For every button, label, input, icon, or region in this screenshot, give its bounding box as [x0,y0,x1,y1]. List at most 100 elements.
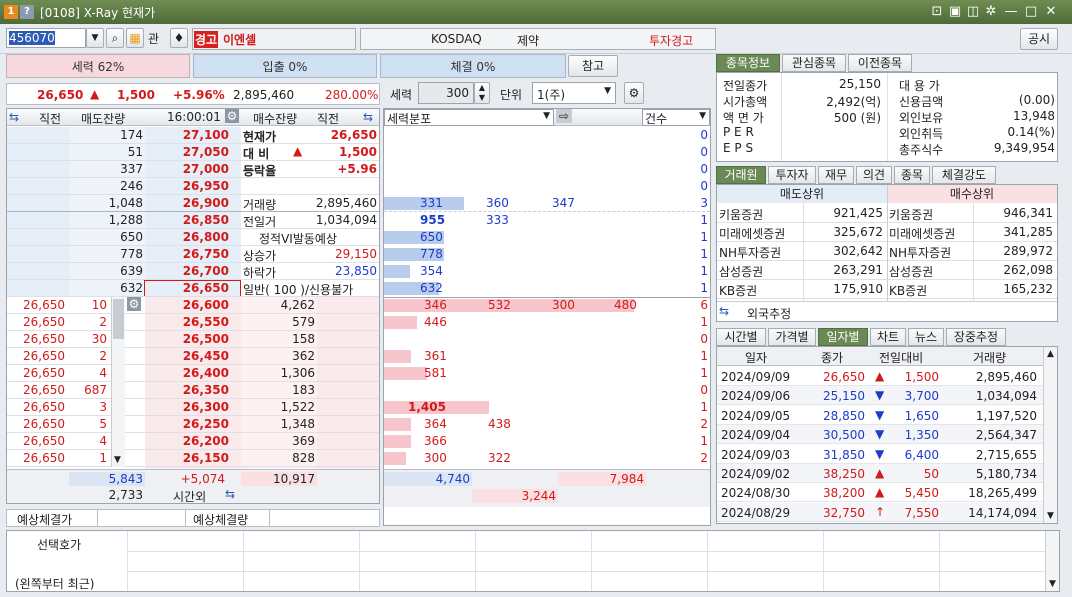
ask-price[interactable]: 27,100 [145,128,229,142]
bid-price[interactable]: 26,400 [145,366,229,380]
bid-exec-price: 26,650 [23,315,65,329]
ask-price[interactable]: 26,750 [145,247,229,261]
info-value: 26,650 [330,128,377,142]
bid-price[interactable]: 26,300 [145,400,229,414]
bid-price[interactable]: 26,200 [145,434,229,448]
pin-icon[interactable]: ⊡ [928,3,946,21]
force-stepper[interactable]: ▲ ▼ [474,82,490,104]
scroll-thumb[interactable] [113,299,124,339]
settings-icon[interactable]: ✲ [982,3,1000,21]
ask-price[interactable]: 26,800 [145,230,229,244]
scrollbar[interactable]: ▲ ▼ [1043,347,1057,523]
minimize-icon[interactable]: — [1002,3,1020,21]
bid-exec-vol: 4 [99,434,107,448]
tab-tabs3-5[interactable]: 장중추정 [946,328,1006,346]
tab-tabs3-1[interactable]: 가격별 [768,328,816,346]
force-input[interactable]: 300 [418,82,474,104]
interest-button[interactable]: 관 [148,30,159,47]
ask-price[interactable]: 27,050 [145,145,229,159]
dist-bar [384,350,411,363]
bid-price[interactable]: 26,500 [145,332,229,346]
daily-diff: 1,500 [904,370,939,384]
reference-button[interactable]: 참고 [568,55,618,77]
maximize-icon[interactable]: □ [1022,3,1040,21]
ask-price[interactable]: 26,950 [145,179,229,193]
tab-tabs2-5[interactable]: 체결강도 [932,166,996,184]
print-icon[interactable]: ▣ [946,3,964,21]
bid-price[interactable]: 26,450 [145,349,229,363]
distribution-select[interactable]: 세력분포 ▼ [384,109,554,126]
sell-broker[interactable]: 미래에셋증권 [719,225,785,242]
sell-broker[interactable]: NH투자증권 [719,244,781,261]
dist-total-b: 7,984 [558,472,646,486]
bid-exec-price: 26,650 [23,400,65,414]
scroll-down-icon[interactable]: ▼ [1047,511,1054,521]
up-arrow-icon: ▲ [293,144,303,158]
dist-a: 778 [420,247,443,261]
gear-icon[interactable]: ⚙ [127,297,141,311]
scroll-down-icon[interactable]: ▼ [1049,579,1056,589]
inout-bar[interactable]: 입출 0% [193,54,377,78]
tab-tabs2-0[interactable]: 거래원 [716,166,766,184]
tab-tabs3-0[interactable]: 시간별 [716,328,766,346]
calendar-icon[interactable]: ▦ [126,28,144,48]
dist-count: 0 [700,383,708,397]
tab-tabs3-2[interactable]: 일자별 [818,328,868,346]
bell-icon[interactable]: ♦ [170,28,188,48]
ask-price[interactable]: 26,700 [145,264,229,278]
tab-tabs2-3[interactable]: 의견 [856,166,892,184]
buy-broker[interactable]: 미래에셋증권 [889,225,955,242]
fill-bar[interactable]: 체결 0% [380,54,566,78]
swap-icon[interactable]: ⇆ [363,110,373,124]
tab-tabs2-2[interactable]: 재무 [818,166,854,184]
sell-broker[interactable]: 삼성증권 [719,263,763,280]
scrollbar[interactable]: ▼ [1045,531,1059,591]
bid-price[interactable]: 26,150 [145,451,229,465]
bid-price[interactable]: 26,350 [145,383,229,397]
force-bar[interactable]: 세력 62% [6,54,190,78]
gear-icon[interactable]: ⚙ [624,82,644,104]
bid-price[interactable]: 26,600 [145,298,229,312]
capture-icon[interactable]: ◫ [964,3,982,21]
tab-tabs1-0[interactable]: 종목정보 [716,54,780,72]
swap-icon[interactable]: ⇆ [9,110,19,124]
settings-icon[interactable]: ⚙ [225,109,239,123]
info-val: 2,492(억) [826,95,881,109]
stock-code-input[interactable]: 456070 [6,28,86,48]
sell-broker[interactable]: KB증권 [719,282,757,299]
dist-count: 1 [700,434,708,448]
buy-broker[interactable]: NH투자증권 [889,244,951,261]
tab-tabs3-3[interactable]: 차트 [870,328,906,346]
sell-broker[interactable]: 키움증권 [719,206,763,223]
ask-price[interactable]: 26,900 [145,196,229,210]
daily-close: 31,850 [823,447,865,462]
search-icon[interactable]: ⌕ [106,28,124,48]
count-select[interactable]: 건수 ▼ [642,109,710,126]
bid-price[interactable]: 26,550 [145,315,229,329]
scroll-down-icon[interactable]: ▼ [114,455,121,465]
ask-price[interactable]: 26,650 [145,281,229,295]
tab-tabs2-4[interactable]: 종목 [894,166,930,184]
buy-broker[interactable]: 삼성증권 [889,263,933,280]
bid-price[interactable]: 26,250 [145,417,229,431]
ask-price[interactable]: 26,850 [145,213,229,227]
tab-tabs2-1[interactable]: 투자자 [768,166,816,184]
info-value: +5.96 [337,162,377,176]
tab-tabs3-4[interactable]: 뉴스 [908,328,944,346]
tab-tabs1-2[interactable]: 이전종목 [848,54,912,72]
scroll-up-icon[interactable]: ▲ [1047,349,1054,359]
buy-broker[interactable]: KB증권 [889,282,927,299]
help-icon[interactable]: ? [20,5,34,19]
notice-button[interactable]: 공시 [1020,28,1058,50]
unit-select[interactable]: 1(주) ▼ [532,82,616,104]
arrow-right-icon[interactable]: ⇨ [556,109,573,123]
swap-icon[interactable]: ⇆ [719,304,729,318]
tab-tabs1-1[interactable]: 관심종목 [782,54,846,72]
dropdown-icon[interactable]: ▼ [86,28,104,48]
close-icon[interactable]: ✕ [1042,3,1060,21]
scrollbar[interactable]: ▼ [111,297,125,467]
buy-broker[interactable]: 키움증권 [889,206,933,223]
ask-price[interactable]: 27,000 [145,162,229,176]
swap-icon[interactable]: ⇆ [225,487,235,501]
stock-name: 이엔셀 [223,33,257,47]
